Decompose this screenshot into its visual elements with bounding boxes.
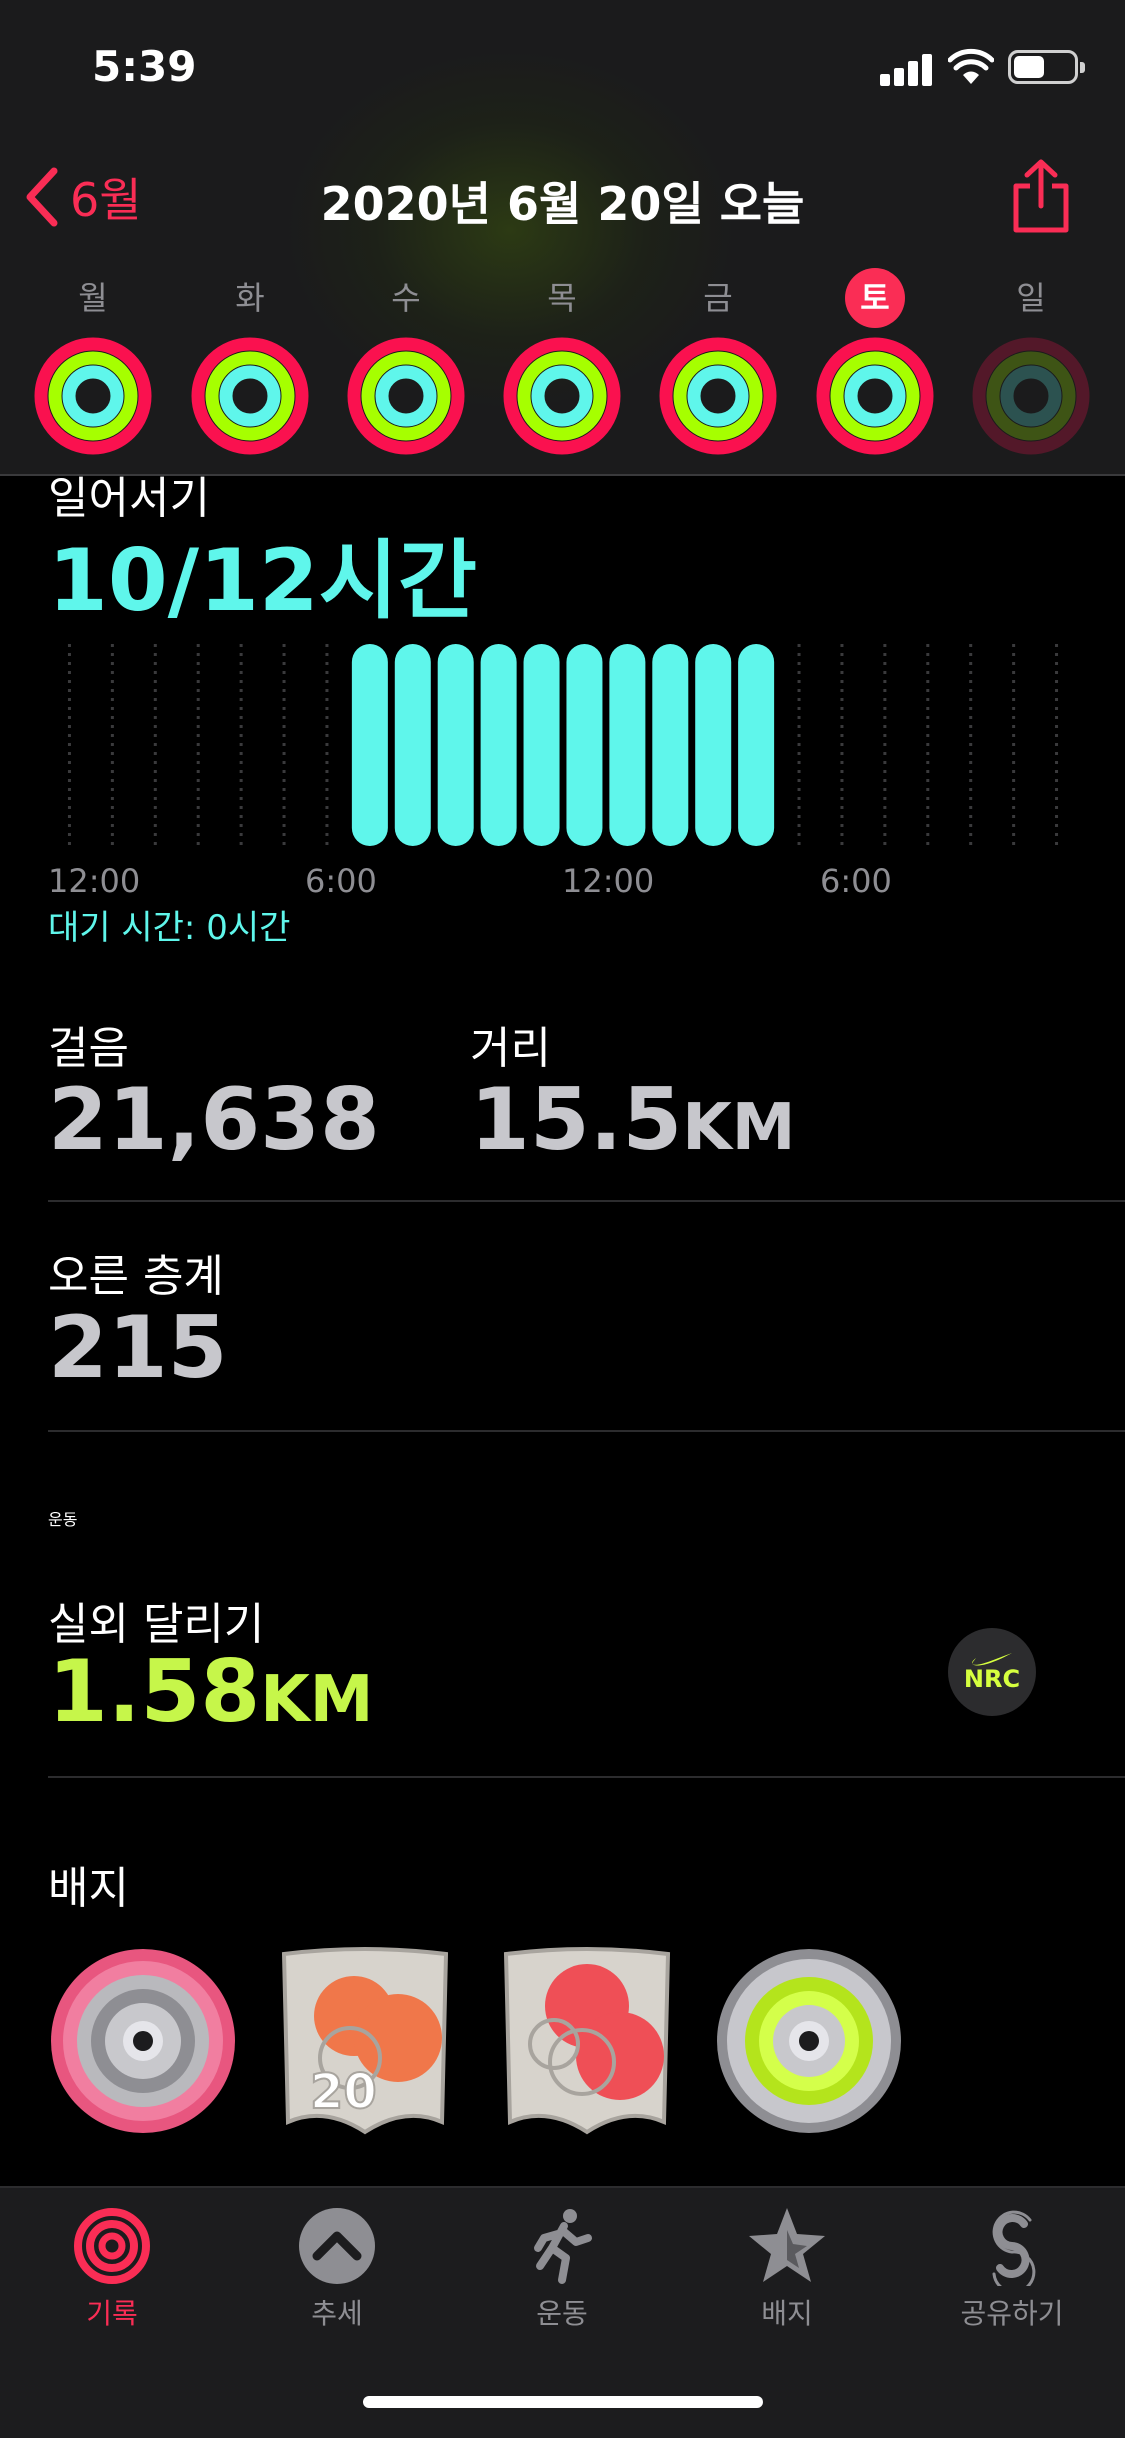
stand-hour-bar [480, 644, 517, 846]
week-activity-rings [0, 334, 1125, 464]
tab-label: 운동 [536, 2297, 588, 2330]
day-activity-rings-icon[interactable] [500, 334, 624, 458]
challenge-badge-orange-icon[interactable]: 20 [270, 1946, 460, 2136]
wifi-icon [948, 48, 994, 84]
stand-hour-bar [738, 644, 775, 846]
week-day-labels: 월화수목금토일 [0, 268, 1125, 328]
tab-label: 배지 [761, 2297, 813, 2330]
exercise-goal-badge-icon[interactable] [714, 1946, 904, 2136]
badges-row: 20 [48, 1946, 1078, 2136]
stand-hour-bar [695, 644, 732, 846]
status-time: 5:39 [92, 42, 197, 91]
distance-value: 15.5KM [470, 1070, 796, 1170]
weekday-label[interactable]: 목 [532, 268, 592, 328]
day-activity-rings-icon[interactable] [813, 334, 937, 458]
day-activity-rings-icon[interactable] [188, 334, 312, 458]
weekday-label[interactable]: 수 [376, 268, 436, 328]
star-badge-icon [749, 2208, 825, 2282]
distance-section: 거리 15.5KM [470, 1012, 795, 1170]
tab-trends[interactable]: 추세 [257, 2206, 417, 2332]
floors-section: 오른 층계 215 [48, 1240, 228, 1398]
weekday-label[interactable]: 일 [1001, 268, 1061, 328]
divider [48, 1430, 1125, 1432]
stand-hour-bar [566, 644, 603, 846]
tab-history[interactable]: 기록 [32, 2206, 192, 2332]
trend-chevron-icon [299, 2208, 375, 2284]
day-activity-rings-icon[interactable] [656, 334, 780, 458]
divider [48, 1200, 1125, 1202]
page-title: 2020년 6월 20일 오늘 [320, 177, 805, 231]
floors-value: 215 [48, 1298, 228, 1398]
distance-label: 거리 [470, 1023, 551, 1074]
running-figure-icon [534, 2209, 592, 2284]
tab-badges[interactable]: 배지 [707, 2206, 867, 2332]
stand-x-tick: 6:00 [305, 862, 377, 900]
workouts-section-label: 운동 [48, 1510, 78, 1529]
steps-value: 21,638 [48, 1070, 380, 1170]
tab-label: 추세 [311, 2297, 363, 2330]
day-activity-rings-icon[interactable] [344, 334, 468, 458]
day-activity-rings-icon[interactable] [969, 334, 1093, 458]
stand-x-tick: 12:00 [562, 862, 655, 900]
tab-label: 공유하기 [960, 2297, 1064, 2330]
battery-icon [1008, 50, 1085, 84]
tab-sharing[interactable]: 공유하기 [932, 2206, 1092, 2332]
stand-hour-bar [437, 644, 474, 846]
floors-label: 오른 층계 [48, 1251, 224, 1302]
stand-hour-bar [652, 644, 689, 846]
workout-distance: 1.58KM [48, 1642, 374, 1742]
stand-hour-bar [351, 644, 388, 846]
stand-hour-bar [609, 644, 646, 846]
divider [48, 1776, 1125, 1778]
activity-rings-icon [74, 2208, 150, 2284]
cellular-signal-icon [880, 52, 934, 86]
tab-workouts[interactable]: 운동 [482, 2206, 642, 2332]
badges-label: 배지 [48, 1863, 129, 1914]
svg-text:20: 20 [310, 2064, 377, 2120]
tab-label: 기록 [86, 2297, 138, 2330]
day-activity-rings-icon[interactable] [31, 334, 155, 458]
steps-label: 걸음 [48, 1023, 129, 1074]
nrc-label: NRC [963, 1665, 1021, 1693]
stand-idle-time: 대기 시간: 0시간 [48, 908, 291, 948]
sharing-icon [992, 2210, 1036, 2286]
challenge-badge-red-icon[interactable] [492, 1946, 682, 2136]
header: 5:39 6월 2020년 6월 20일 오늘 월화수목금토일 [0, 0, 1125, 476]
share-icon[interactable] [1008, 158, 1074, 234]
nrc-app-icon[interactable]: NRC [948, 1628, 1036, 1716]
weekday-label[interactable]: 월 [63, 268, 123, 328]
stand-value: 10/12시간 [48, 531, 478, 631]
steps-section: 걸음 21,638 [48, 1012, 380, 1170]
workout-item[interactable]: 실외 달리기 1.58KM [48, 1588, 373, 1742]
weekday-label[interactable]: 토 [845, 268, 905, 328]
weekday-label[interactable]: 화 [220, 268, 280, 328]
stand-hour-bar [394, 644, 431, 846]
stand-x-tick: 6:00 [820, 862, 892, 900]
move-goal-badge-icon[interactable] [48, 1946, 238, 2136]
stand-hour-bar [523, 644, 560, 846]
weekday-label[interactable]: 금 [688, 268, 748, 328]
stand-hours-chart [67, 644, 1059, 846]
stand-x-tick: 12:00 [48, 862, 141, 900]
home-indicator [363, 2396, 763, 2408]
